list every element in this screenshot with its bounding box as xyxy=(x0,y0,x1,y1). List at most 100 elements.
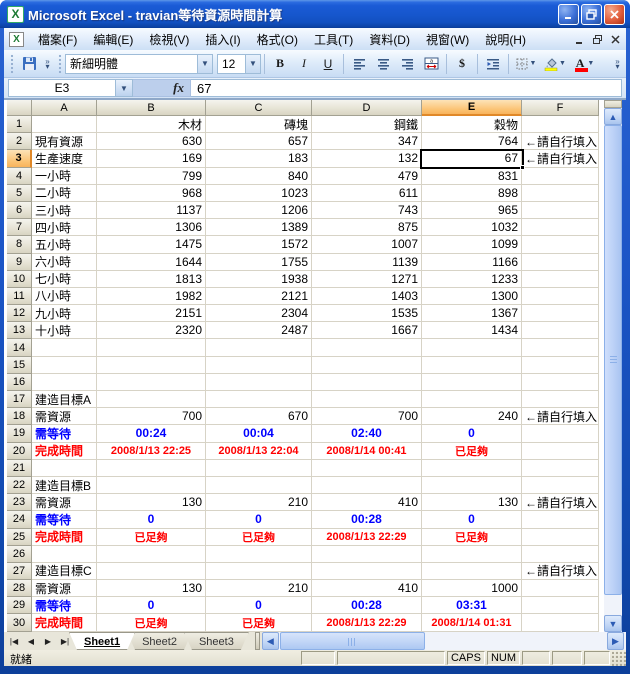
cell-B13[interactable]: 2320 xyxy=(97,322,206,340)
cell-A28[interactable]: 需資源 xyxy=(32,580,97,598)
cell-A3[interactable]: 生產速度 xyxy=(32,150,97,168)
cell-F3[interactable]: ←請自行填入 xyxy=(522,150,599,168)
cell-F19[interactable] xyxy=(522,425,599,443)
column-header-F[interactable]: F xyxy=(522,100,599,116)
cell-F11[interactable] xyxy=(522,287,599,306)
cell-D5[interactable]: 611 xyxy=(312,184,422,202)
cell-E17[interactable] xyxy=(422,391,522,409)
cell-D4[interactable]: 479 xyxy=(312,167,422,185)
cell-A4[interactable]: 一小時 xyxy=(32,167,97,185)
toolbar-options-button-right[interactable]: » ▾ xyxy=(611,53,624,75)
cell-B11[interactable]: 1982 xyxy=(97,287,206,306)
font-color-dropdown-icon[interactable]: ▼ xyxy=(587,60,594,67)
cell-D16[interactable] xyxy=(312,373,422,391)
cell-E26[interactable] xyxy=(422,545,522,563)
cell-B27[interactable] xyxy=(97,562,206,581)
fill-color-dropdown-icon[interactable]: ▼ xyxy=(559,60,566,67)
cell-A10[interactable]: 七小時 xyxy=(32,270,97,288)
cell-E6[interactable]: 965 xyxy=(422,201,522,220)
cell-B26[interactable] xyxy=(97,545,206,563)
cell-B5[interactable]: 968 xyxy=(97,184,206,202)
cell-B2[interactable]: 630 xyxy=(97,133,206,151)
cell-B4[interactable]: 799 xyxy=(97,167,206,185)
cell-F14[interactable] xyxy=(522,339,599,357)
cell-C1[interactable]: 磚塊 xyxy=(206,116,312,134)
cell-C11[interactable]: 2121 xyxy=(206,287,312,306)
cell-A9[interactable]: 六小時 xyxy=(32,253,97,271)
cell-C19[interactable]: 00:04 xyxy=(206,425,312,443)
cell-B24[interactable]: 0 xyxy=(97,511,206,529)
column-header-C[interactable]: C xyxy=(206,100,312,116)
scroll-down-button[interactable]: ▼ xyxy=(604,615,622,632)
cell-B12[interactable]: 2151 xyxy=(97,305,206,323)
restore-button[interactable] xyxy=(581,3,602,25)
cell-C18[interactable]: 670 xyxy=(206,408,312,426)
decrease-indent-button[interactable] xyxy=(482,53,504,75)
align-left-button[interactable] xyxy=(348,53,370,75)
cell-D22[interactable] xyxy=(312,476,422,495)
cell-A14[interactable] xyxy=(32,339,97,357)
cell-F6[interactable] xyxy=(522,201,599,220)
cell-E16[interactable] xyxy=(422,373,522,391)
name-box[interactable]: E3 xyxy=(8,79,116,97)
cell-A23[interactable]: 需資源 xyxy=(32,494,97,512)
toolbar-grip[interactable] xyxy=(9,53,14,74)
cell-A19[interactable]: 需等待 xyxy=(32,425,97,443)
cell-E24[interactable]: 0 xyxy=(422,511,522,529)
cell-A26[interactable] xyxy=(32,545,97,563)
cell-F18[interactable]: ←請自行填入 xyxy=(522,408,599,426)
cell-E20[interactable]: 已足夠 xyxy=(422,442,522,460)
cell-F13[interactable] xyxy=(522,322,599,340)
cell-D20[interactable]: 2008/1/14 00:41 xyxy=(312,442,422,460)
cell-D7[interactable]: 875 xyxy=(312,219,422,237)
cell-C22[interactable] xyxy=(206,476,312,495)
align-center-button[interactable] xyxy=(372,53,394,75)
row-header-5[interactable]: 5 xyxy=(7,184,32,202)
font-name-dropdown-icon[interactable]: ▼ xyxy=(197,54,212,73)
cell-D26[interactable] xyxy=(312,545,422,563)
row-header-18[interactable]: 18 xyxy=(7,408,32,426)
cell-C29[interactable]: 0 xyxy=(206,597,312,615)
cell-D13[interactable]: 1667 xyxy=(312,322,422,340)
cell-E7[interactable]: 1032 xyxy=(422,219,522,237)
cell-D24[interactable]: 00:28 xyxy=(312,511,422,529)
row-header-22[interactable]: 22 xyxy=(7,476,32,495)
font-name-combo[interactable]: 新細明體 ▼ xyxy=(65,53,213,74)
cell-F29[interactable] xyxy=(522,597,599,615)
font-size-combo[interactable]: 12 ▼ xyxy=(217,53,261,74)
column-header-A[interactable]: A xyxy=(32,100,97,116)
row-header-23[interactable]: 23 xyxy=(7,494,32,512)
cell-B1[interactable]: 木材 xyxy=(97,116,206,134)
cell-A6[interactable]: 三小時 xyxy=(32,201,97,220)
cell-F9[interactable] xyxy=(522,253,599,271)
cell-F16[interactable] xyxy=(522,373,599,391)
window-restore-button[interactable] xyxy=(589,32,606,47)
cell-D25[interactable]: 2008/1/13 22:29 xyxy=(312,528,422,546)
cell-C26[interactable] xyxy=(206,545,312,563)
cell-A29[interactable]: 需等待 xyxy=(32,597,97,615)
cell-E23[interactable]: 130 xyxy=(422,494,522,512)
cell-E10[interactable]: 1233 xyxy=(422,270,522,288)
borders-dropdown-icon[interactable]: ▼ xyxy=(530,60,537,67)
horizontal-scroll-thumb[interactable] xyxy=(279,632,425,650)
cell-B6[interactable]: 1137 xyxy=(97,201,206,220)
cell-B3[interactable]: 169 xyxy=(97,150,206,168)
cell-C12[interactable]: 2304 xyxy=(206,305,312,323)
row-header-24[interactable]: 24 xyxy=(7,511,32,529)
menu-item-8[interactable]: 說明(H) xyxy=(477,29,534,50)
cell-E12[interactable]: 1367 xyxy=(422,305,522,323)
menu-item-4[interactable]: 格式(O) xyxy=(249,29,306,50)
cell-F22[interactable] xyxy=(522,476,599,495)
font-color-button[interactable]: A ▼ xyxy=(571,53,599,75)
cell-A24[interactable]: 需等待 xyxy=(32,511,97,529)
cell-D30[interactable]: 2008/1/13 22:29 xyxy=(312,614,422,632)
insert-function-icon[interactable]: fx xyxy=(173,80,184,96)
cell-E3[interactable]: 67 xyxy=(422,150,522,168)
horizontal-scrollbar[interactable]: ◀ ▶ xyxy=(261,632,626,650)
cell-A27[interactable]: 建造目標C xyxy=(32,562,97,581)
save-button[interactable] xyxy=(18,53,40,75)
cell-E9[interactable]: 1166 xyxy=(422,253,522,271)
cell-A25[interactable]: 完成時間 xyxy=(32,528,97,546)
cell-E2[interactable]: 764 xyxy=(422,133,522,151)
cell-F12[interactable] xyxy=(522,305,599,323)
